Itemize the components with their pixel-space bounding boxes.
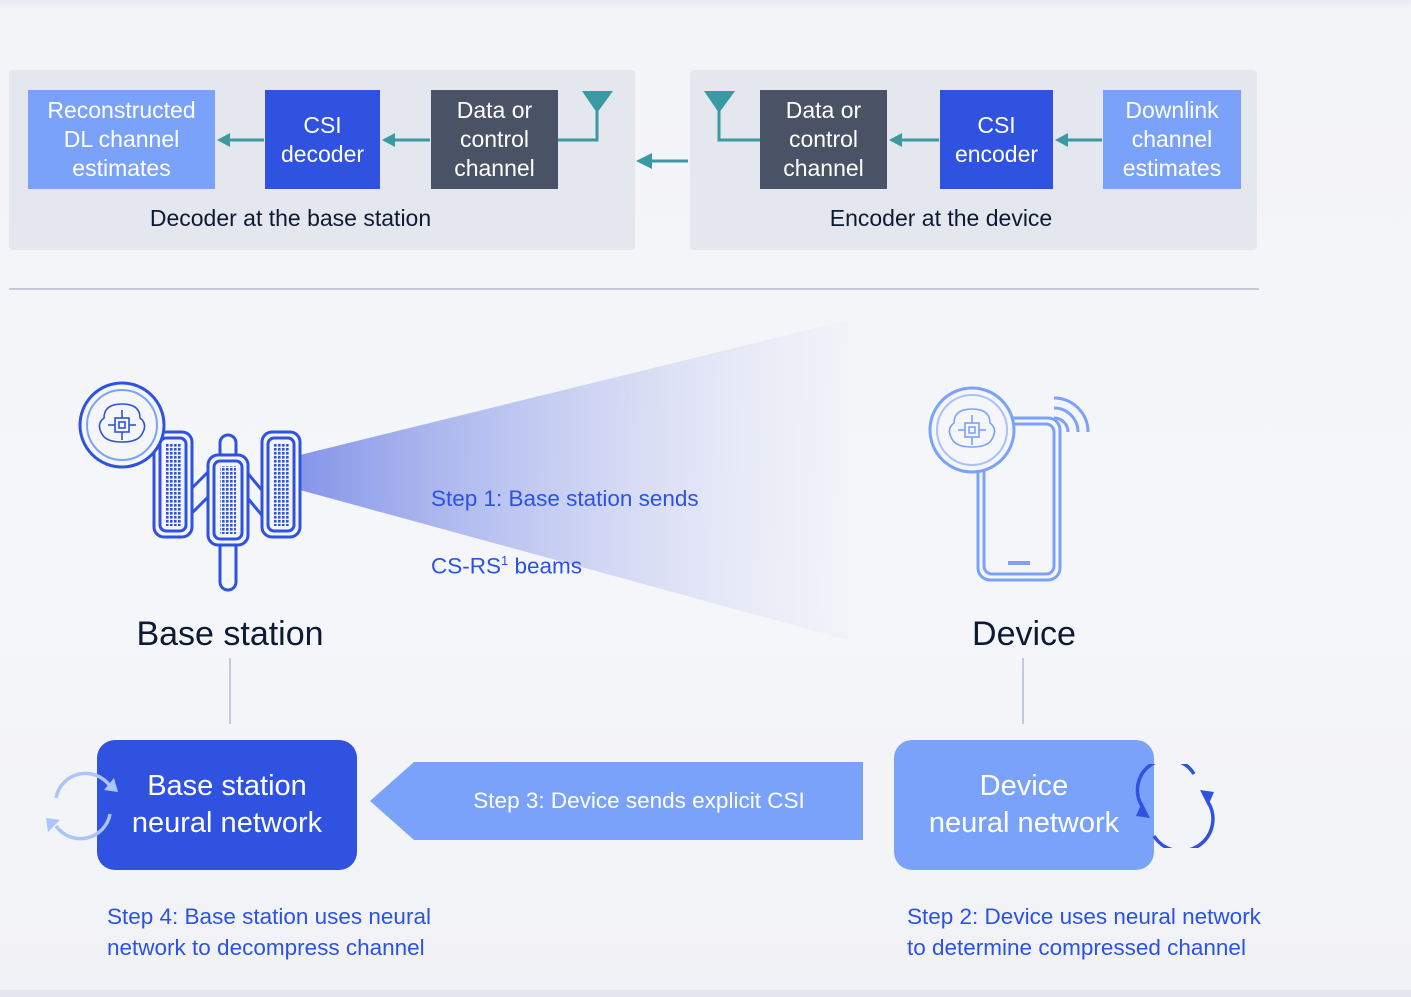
- device-neural-network: Device neural network: [894, 740, 1154, 870]
- step1-csrs: CS-RS: [431, 553, 502, 579]
- device-label: Device: [972, 615, 1076, 653]
- base-station-label: Base station: [136, 615, 324, 653]
- step1-beams: beams: [508, 553, 583, 579]
- refresh-cycle-icon: [46, 771, 118, 841]
- base-station-neural-network: Base station neural network: [97, 740, 357, 870]
- smartphone-icon: [928, 386, 1090, 582]
- step1-line2: CS-RS1 beams: [431, 545, 699, 582]
- base-station-icon: [78, 381, 302, 592]
- refresh-cycle-icon: [1135, 764, 1215, 848]
- step1-line1: Step 1: Base station sends: [431, 486, 699, 511]
- step4-text: Step 4: Base station uses neural network…: [107, 904, 431, 960]
- step2-text: Step 2: Device uses neural network to de…: [907, 904, 1261, 960]
- step1-text: Step 1: Base station sends CS-RS1 beams: [431, 452, 699, 613]
- base-station-connector: [229, 658, 231, 724]
- bottom-band: [0, 990, 1411, 997]
- step3-text: Step 3: Device sends explicit CSI: [473, 788, 805, 813]
- device-connector: [1022, 658, 1024, 724]
